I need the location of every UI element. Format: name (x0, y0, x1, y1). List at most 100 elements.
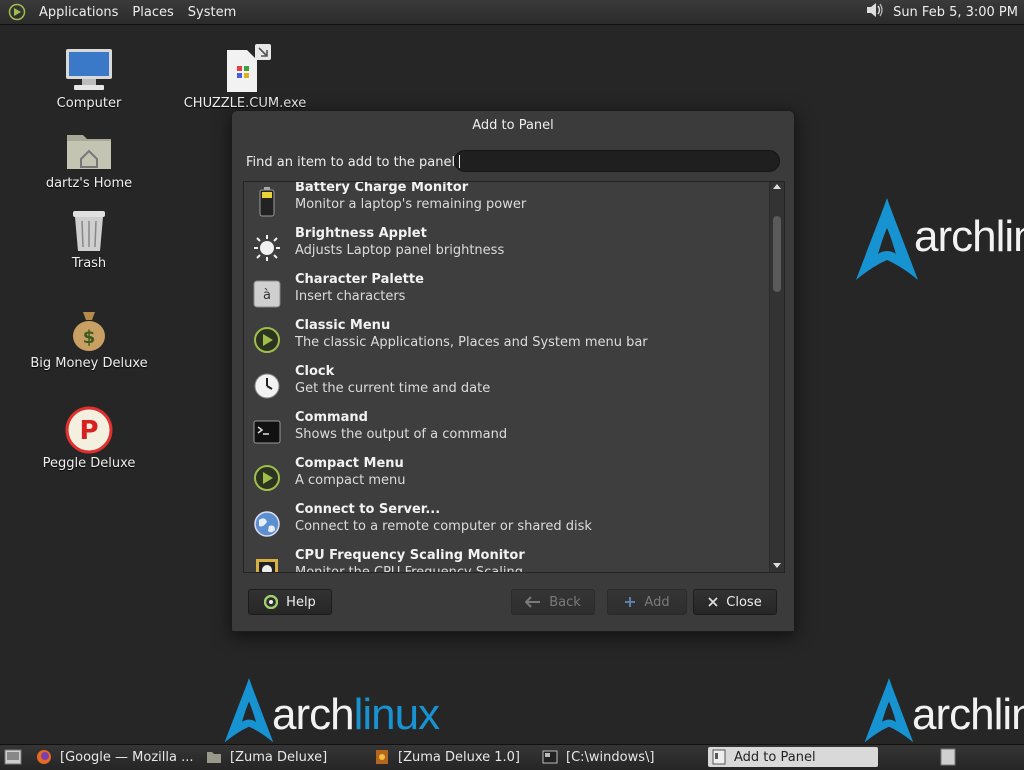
task-label: [Zuma Deluxe 1.0] (398, 749, 521, 765)
task-label: [Zuma Deluxe] (230, 749, 328, 765)
list-scrollbar[interactable] (769, 182, 784, 572)
desktop-icon-big-money[interactable]: $ Big Money Deluxe (24, 302, 154, 371)
list-item[interactable]: Connect to Server... Connect to a remote… (244, 502, 768, 548)
item-description: Adjusts Laptop panel brightness (295, 243, 505, 258)
desktop-icon-peggle[interactable]: P Peggle Deluxe (24, 402, 154, 471)
svg-text:P: P (79, 416, 98, 446)
exe-shortcut-icon (217, 42, 273, 98)
item-name: Command (295, 410, 368, 425)
desktop-icon-label: Trash (71, 256, 107, 271)
desktop-icon-label: CHUZZLE.CUM.exe (183, 96, 307, 111)
scroll-thumb[interactable] (773, 216, 781, 292)
desktop-icon-label: Peggle Deluxe (42, 456, 136, 471)
arch-wordmark-linux: linux (353, 690, 440, 739)
list-item[interactable]: Battery Charge Monitor Monitor a laptop'… (244, 181, 768, 226)
item-description: Get the current time and date (295, 381, 491, 396)
list-item[interactable]: Classic Menu The classic Applications, P… (244, 318, 768, 364)
back-button-label: Back (549, 594, 581, 610)
trash-icon (61, 202, 117, 258)
scroll-up-arrow-icon[interactable] (773, 184, 781, 189)
find-input[interactable] (454, 150, 780, 172)
svg-text:$: $ (83, 327, 96, 348)
item-description: Insert characters (295, 289, 406, 304)
help-button[interactable]: Help (248, 589, 332, 615)
distro-logo-icon[interactable] (8, 3, 26, 21)
wine-window-icon (542, 750, 558, 764)
tray-area: Sun Feb 5, 3:00 PM (865, 0, 1018, 24)
workspace-switcher[interactable] (940, 748, 956, 770)
desktop-icon-label: Computer (56, 96, 122, 111)
plus-icon (624, 596, 636, 608)
arch-wordmark: archlin (914, 212, 1024, 261)
add-button-label: Add (644, 594, 670, 610)
desktop-icon-home[interactable]: dartz's Home (24, 122, 154, 191)
volume-icon[interactable] (865, 1, 885, 23)
task-firefox[interactable]: [Google — Mozilla ... (36, 747, 196, 767)
item-description: A compact menu (295, 473, 406, 488)
arch-wordmark-arch: arch (272, 690, 355, 739)
terminal-icon (252, 417, 282, 447)
task-label: [Google — Mozilla ... (60, 749, 194, 765)
desktop-icon-chuzzle[interactable]: CHUZZLE.CUM.exe (180, 42, 310, 111)
scroll-down-arrow-icon[interactable] (773, 563, 781, 568)
clock[interactable]: Sun Feb 5, 3:00 PM (893, 5, 1018, 20)
list-item[interactable]: Clock Get the current time and date (244, 364, 768, 410)
arch-wordmark: archlin (912, 690, 1024, 739)
text-caret (459, 155, 460, 168)
back-button[interactable]: Back (511, 589, 595, 615)
item-name: CPU Frequency Scaling Monitor (295, 548, 525, 563)
desktop-icon-label: Big Money Deluxe (30, 356, 148, 371)
item-list[interactable]: Battery Charge Monitor Monitor a laptop'… (243, 181, 785, 573)
task-label: Add to Panel (734, 749, 816, 765)
item-description: Monitor the CPU Frequency Scaling (295, 565, 523, 573)
battery-icon (252, 187, 282, 217)
add-button[interactable]: Add (607, 589, 687, 615)
clock-icon (252, 371, 282, 401)
help-icon (264, 595, 279, 609)
arch-wordmark: archlinux (272, 690, 440, 740)
desktop-icon-computer[interactable]: Computer (24, 42, 154, 111)
item-name: Connect to Server... (295, 502, 441, 517)
cpu-icon (252, 555, 282, 572)
find-label: Find an item to add to the panel: (246, 155, 460, 170)
money-bag-icon: $ (61, 302, 117, 358)
places-menu[interactable]: Places (125, 5, 180, 20)
list-item[interactable]: Brightness Applet Adjusts Laptop panel b… (244, 226, 768, 272)
close-icon (708, 597, 718, 607)
item-description: Connect to a remote computer or shared d… (295, 519, 592, 534)
item-name: Clock (295, 364, 335, 379)
zuma-icon (374, 749, 390, 765)
task-wine-explorer[interactable]: [C:\windows\] (542, 747, 702, 767)
character-palette-icon: à (252, 279, 282, 309)
menu-icon (252, 325, 282, 355)
task-add-to-panel[interactable]: Add to Panel (708, 747, 878, 767)
dialog-title[interactable]: Add to Panel (232, 111, 794, 141)
brightness-icon (252, 233, 282, 263)
item-name: Battery Charge Monitor (295, 181, 469, 195)
item-name: Compact Menu (295, 456, 404, 471)
folder-icon (206, 750, 222, 764)
menu-icon (252, 463, 282, 493)
bottom-panel: [Google — Mozilla ... [Zuma Deluxe] [Zum… (0, 744, 1024, 769)
task-label: [C:\windows\] (566, 749, 655, 765)
show-desktop-icon[interactable] (4, 749, 22, 769)
list-item[interactable]: Command Shows the output of a command (244, 410, 768, 456)
desktop-icon-trash[interactable]: Trash (24, 202, 154, 271)
list-item[interactable]: à Character Palette Insert characters (244, 272, 768, 318)
close-button[interactable]: Close (693, 589, 777, 615)
task-zuma-folder[interactable]: [Zuma Deluxe] (206, 747, 366, 767)
list-item[interactable]: Compact Menu A compact menu (244, 456, 768, 502)
desktop-icon-label: dartz's Home (45, 176, 133, 191)
add-to-panel-dialog: Add to Panel Find an item to add to the … (231, 110, 795, 632)
item-name: Classic Menu (295, 318, 391, 333)
task-zuma-game[interactable]: [Zuma Deluxe 1.0] (374, 747, 534, 767)
globe-icon (252, 509, 282, 539)
close-button-label: Close (726, 594, 762, 610)
applications-menu[interactable]: Applications (32, 5, 125, 20)
system-menu[interactable]: System (181, 5, 243, 20)
item-name: Character Palette (295, 272, 424, 287)
list-item[interactable]: CPU Frequency Scaling Monitor Monitor th… (244, 548, 768, 573)
top-panel: Applications Places System Sun Feb 5, 3:… (0, 0, 1024, 25)
item-description: The classic Applications, Places and Sys… (295, 335, 648, 350)
help-button-label: Help (286, 594, 316, 610)
